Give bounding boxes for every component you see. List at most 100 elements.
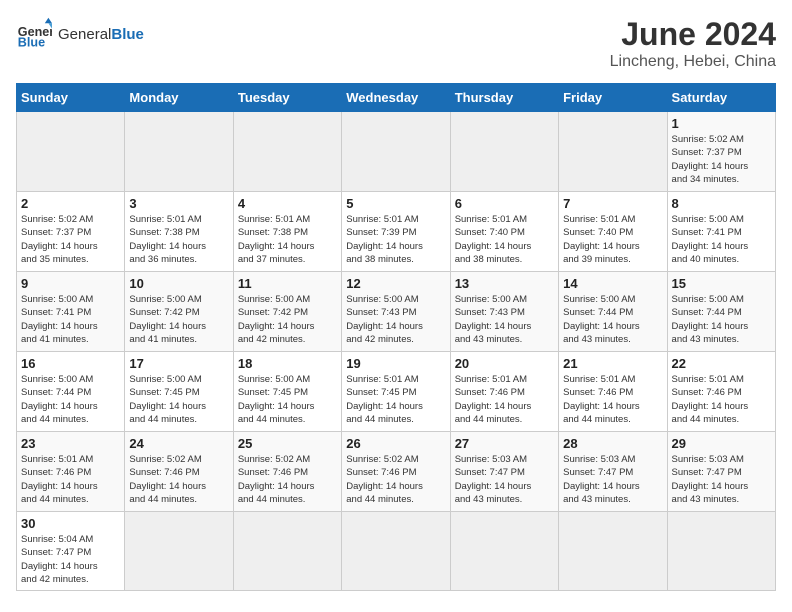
calendar-day-cell: 24Sunrise: 5:02 AM Sunset: 7:46 PM Dayli… <box>125 432 233 512</box>
day-info: Sunrise: 5:00 AM Sunset: 7:44 PM Dayligh… <box>563 293 662 346</box>
day-info: Sunrise: 5:01 AM Sunset: 7:46 PM Dayligh… <box>21 453 120 506</box>
calendar-day-cell <box>342 112 450 192</box>
weekday-header-sunday: Sunday <box>17 84 125 112</box>
day-number: 24 <box>129 436 228 451</box>
calendar-day-cell <box>342 512 450 591</box>
calendar-day-cell: 13 Sunrise: 5:00 AM Sunset: 7:43 PM Dayli… <box>450 272 558 352</box>
day-number: 30 <box>21 516 120 531</box>
day-number: 17 <box>129 356 228 371</box>
calendar-day-cell: 11 Sunrise: 5:00 AM Sunset: 7:42 PM Dayli… <box>233 272 341 352</box>
day-number: 15 <box>672 276 771 291</box>
weekday-header-wednesday: Wednesday <box>342 84 450 112</box>
calendar-subtitle: Lincheng, Hebei, China <box>610 53 776 71</box>
day-info: Sunrise: 5:00 AM Sunset: 7:45 PM Dayligh… <box>129 373 228 426</box>
day-info: Sunrise: 5:00 AM Sunset: 7:41 PM Dayligh… <box>672 213 771 266</box>
day-number: 18 <box>238 356 337 371</box>
calendar-week-row: 23Sunrise: 5:01 AM Sunset: 7:46 PM Dayli… <box>17 432 776 512</box>
calendar-day-cell: 19Sunrise: 5:01 AM Sunset: 7:45 PM Dayli… <box>342 352 450 432</box>
calendar-day-cell: 17 Sunrise: 5:00 AM Sunset: 7:45 PM Dayli… <box>125 352 233 432</box>
calendar-day-cell: 7 Sunrise: 5:01 AM Sunset: 7:40 PM Daylig… <box>559 192 667 272</box>
calendar-day-cell: 9 Sunrise: 5:00 AM Sunset: 7:41 PM Daylig… <box>17 272 125 352</box>
calendar-week-row: 16 Sunrise: 5:00 AM Sunset: 7:44 PM Dayli… <box>17 352 776 432</box>
day-number: 27 <box>455 436 554 451</box>
day-number: 7 <box>563 196 662 211</box>
calendar-day-cell: 5 Sunrise: 5:01 AM Sunset: 7:39 PM Daylig… <box>342 192 450 272</box>
day-info: Sunrise: 5:00 AM Sunset: 7:43 PM Dayligh… <box>346 293 445 346</box>
calendar-day-cell <box>125 512 233 591</box>
day-number: 21 <box>563 356 662 371</box>
day-info: Sunrise: 5:01 AM Sunset: 7:38 PM Dayligh… <box>129 213 228 266</box>
day-info: Sunrise: 5:00 AM Sunset: 7:42 PM Dayligh… <box>238 293 337 346</box>
day-number: 10 <box>129 276 228 291</box>
calendar-day-cell <box>233 512 341 591</box>
day-info: Sunrise: 5:00 AM Sunset: 7:45 PM Dayligh… <box>238 373 337 426</box>
day-info: Sunrise: 5:02 AM Sunset: 7:46 PM Dayligh… <box>238 453 337 506</box>
weekday-header-tuesday: Tuesday <box>233 84 341 112</box>
calendar-day-cell: 29Sunrise: 5:03 AM Sunset: 7:47 PM Dayli… <box>667 432 775 512</box>
day-info: Sunrise: 5:03 AM Sunset: 7:47 PM Dayligh… <box>563 453 662 506</box>
day-info: Sunrise: 5:01 AM Sunset: 7:45 PM Dayligh… <box>346 373 445 426</box>
calendar-day-cell: 16 Sunrise: 5:00 AM Sunset: 7:44 PM Dayli… <box>17 352 125 432</box>
logo: General Blue GeneralBlue <box>16 16 144 52</box>
calendar-day-cell: 3Sunrise: 5:01 AM Sunset: 7:38 PM Daylig… <box>125 192 233 272</box>
logo-blue: Blue <box>111 26 144 43</box>
calendar-day-cell: 12 Sunrise: 5:00 AM Sunset: 7:43 PM Dayli… <box>342 272 450 352</box>
day-number: 12 <box>346 276 445 291</box>
calendar-table: SundayMondayTuesdayWednesdayThursdayFrid… <box>16 83 776 591</box>
day-number: 6 <box>455 196 554 211</box>
calendar-day-cell: 30 Sunrise: 5:04 AM Sunset: 7:47 PM Dayli… <box>17 512 125 591</box>
calendar-day-cell <box>559 112 667 192</box>
calendar-day-cell <box>233 112 341 192</box>
day-number: 20 <box>455 356 554 371</box>
day-info: Sunrise: 5:00 AM Sunset: 7:41 PM Dayligh… <box>21 293 120 346</box>
logo-general: General <box>58 26 111 43</box>
day-info: Sunrise: 5:04 AM Sunset: 7:47 PM Dayligh… <box>21 533 120 586</box>
calendar-day-cell: 22 Sunrise: 5:01 AM Sunset: 7:46 PM Dayli… <box>667 352 775 432</box>
calendar-week-row: 1Sunrise: 5:02 AM Sunset: 7:37 PM Daylig… <box>17 112 776 192</box>
calendar-day-cell: 26Sunrise: 5:02 AM Sunset: 7:46 PM Dayli… <box>342 432 450 512</box>
title-block: June 2024 Lincheng, Hebei, China <box>610 16 776 71</box>
calendar-day-cell: 23Sunrise: 5:01 AM Sunset: 7:46 PM Dayli… <box>17 432 125 512</box>
day-info: Sunrise: 5:01 AM Sunset: 7:39 PM Dayligh… <box>346 213 445 266</box>
calendar-day-cell: 21 Sunrise: 5:01 AM Sunset: 7:46 PM Dayli… <box>559 352 667 432</box>
day-number: 1 <box>672 116 771 131</box>
calendar-week-row: 2Sunrise: 5:02 AM Sunset: 7:37 PM Daylig… <box>17 192 776 272</box>
calendar-day-cell: 2Sunrise: 5:02 AM Sunset: 7:37 PM Daylig… <box>17 192 125 272</box>
calendar-day-cell: 28Sunrise: 5:03 AM Sunset: 7:47 PM Dayli… <box>559 432 667 512</box>
calendar-day-cell: 14 Sunrise: 5:00 AM Sunset: 7:44 PM Dayli… <box>559 272 667 352</box>
calendar-day-cell: 1Sunrise: 5:02 AM Sunset: 7:37 PM Daylig… <box>667 112 775 192</box>
day-info: Sunrise: 5:02 AM Sunset: 7:37 PM Dayligh… <box>21 213 120 266</box>
calendar-day-cell: 15 Sunrise: 5:00 AM Sunset: 7:44 PM Dayli… <box>667 272 775 352</box>
day-info: Sunrise: 5:00 AM Sunset: 7:43 PM Dayligh… <box>455 293 554 346</box>
day-info: Sunrise: 5:01 AM Sunset: 7:40 PM Dayligh… <box>563 213 662 266</box>
calendar-day-cell: 4 Sunrise: 5:01 AM Sunset: 7:38 PM Daylig… <box>233 192 341 272</box>
calendar-day-cell <box>667 512 775 591</box>
day-number: 26 <box>346 436 445 451</box>
day-number: 9 <box>21 276 120 291</box>
day-info: Sunrise: 5:03 AM Sunset: 7:47 PM Dayligh… <box>672 453 771 506</box>
day-info: Sunrise: 5:01 AM Sunset: 7:38 PM Dayligh… <box>238 213 337 266</box>
calendar-week-row: 9 Sunrise: 5:00 AM Sunset: 7:41 PM Daylig… <box>17 272 776 352</box>
day-number: 16 <box>21 356 120 371</box>
day-number: 5 <box>346 196 445 211</box>
day-number: 13 <box>455 276 554 291</box>
calendar-day-cell: 6Sunrise: 5:01 AM Sunset: 7:40 PM Daylig… <box>450 192 558 272</box>
day-info: Sunrise: 5:01 AM Sunset: 7:46 PM Dayligh… <box>672 373 771 426</box>
day-number: 14 <box>563 276 662 291</box>
day-info: Sunrise: 5:00 AM Sunset: 7:44 PM Dayligh… <box>21 373 120 426</box>
calendar-day-cell <box>450 112 558 192</box>
day-info: Sunrise: 5:01 AM Sunset: 7:46 PM Dayligh… <box>563 373 662 426</box>
day-info: Sunrise: 5:00 AM Sunset: 7:42 PM Dayligh… <box>129 293 228 346</box>
calendar-day-cell <box>17 112 125 192</box>
day-info: Sunrise: 5:01 AM Sunset: 7:46 PM Dayligh… <box>455 373 554 426</box>
calendar-day-cell <box>559 512 667 591</box>
calendar-day-cell: 27Sunrise: 5:03 AM Sunset: 7:47 PM Dayli… <box>450 432 558 512</box>
day-info: Sunrise: 5:00 AM Sunset: 7:44 PM Dayligh… <box>672 293 771 346</box>
weekday-header-saturday: Saturday <box>667 84 775 112</box>
calendar-day-cell: 10 Sunrise: 5:00 AM Sunset: 7:42 PM Dayli… <box>125 272 233 352</box>
day-number: 4 <box>238 196 337 211</box>
logo-icon: General Blue <box>16 16 52 52</box>
day-number: 11 <box>238 276 337 291</box>
day-number: 22 <box>672 356 771 371</box>
calendar-day-cell <box>450 512 558 591</box>
